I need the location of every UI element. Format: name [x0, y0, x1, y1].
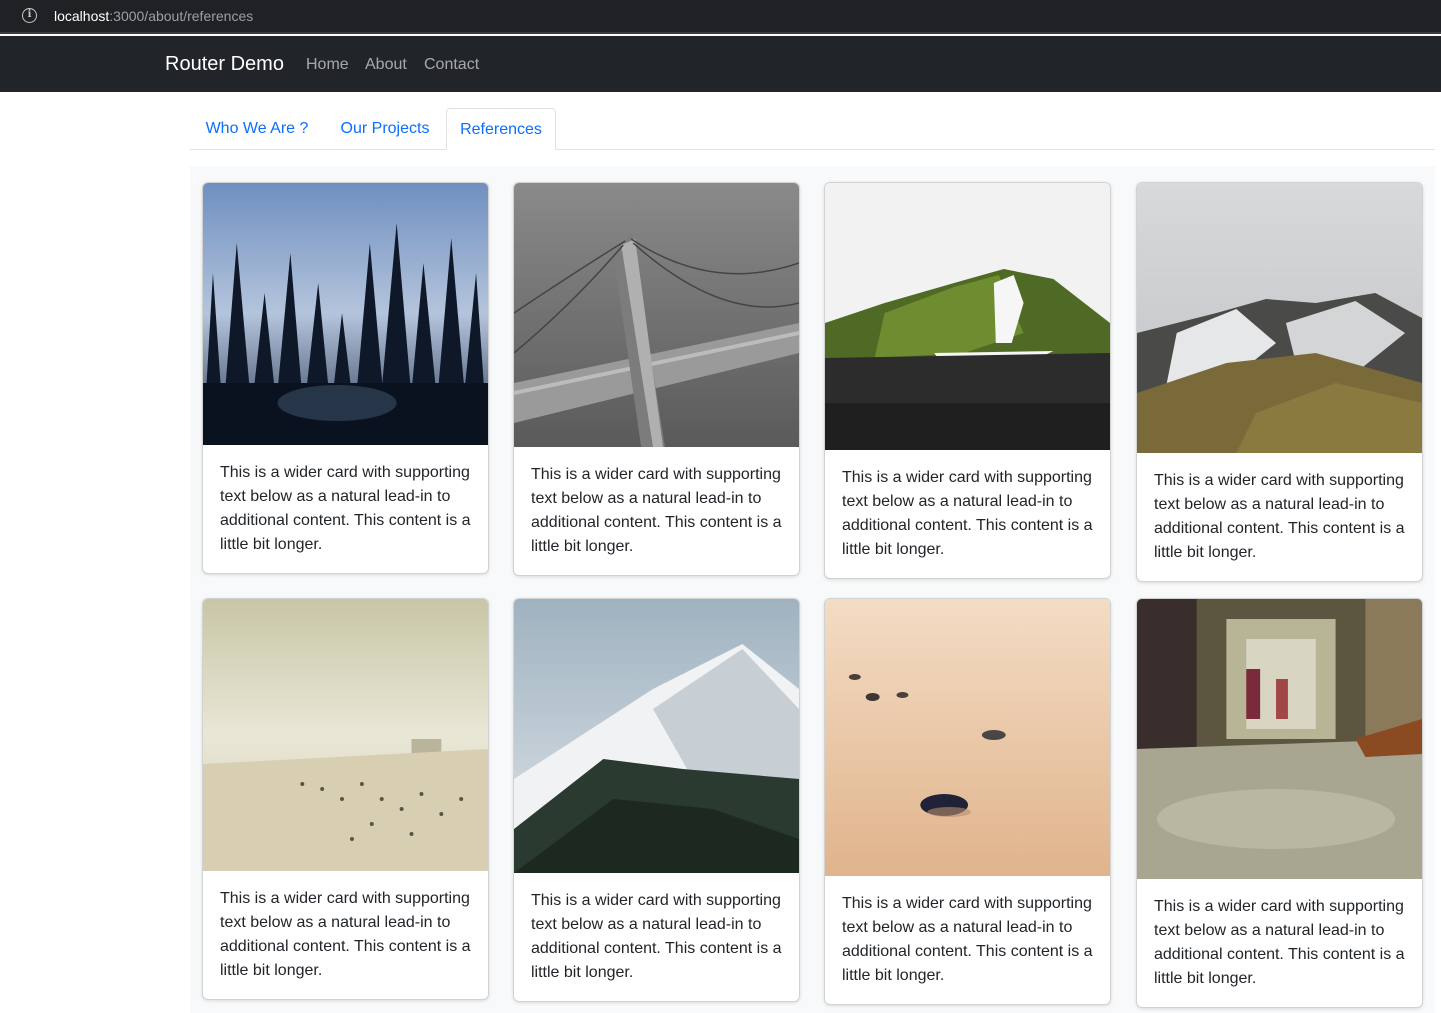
card-text: This is a wider card with supporting tex…: [1154, 898, 1405, 987]
reference-card: This is a wider card with supporting tex…: [513, 182, 800, 576]
card-text: This is a wider card with supporting tex…: [531, 466, 782, 555]
reference-card: This is a wider card with supporting tex…: [202, 182, 489, 574]
card-text: This is a wider card with supporting tex…: [220, 464, 471, 553]
bridge-tower-image: [514, 183, 799, 447]
card-text: This is a wider card with supporting tex…: [842, 469, 1093, 558]
forest-trees-image: [203, 183, 488, 445]
beach-crowd-image: [203, 599, 488, 871]
subway-train-image: [1137, 599, 1422, 879]
navbar-brand[interactable]: Router Demo: [165, 52, 284, 76]
snowy-peak-image: [514, 599, 799, 873]
navbar: Router Demo Home About Contact: [0, 36, 1441, 92]
reference-card: This is a wider card with supporting tex…: [202, 598, 489, 1000]
url-host: localhost: [54, 8, 110, 24]
card-text: This is a wider card with supporting tex…: [220, 890, 471, 979]
reference-card: This is a wider card with supporting tex…: [513, 598, 800, 1002]
tab-references[interactable]: References: [446, 108, 556, 150]
url-path: :3000/about/references: [109, 8, 254, 24]
reference-card: This is a wider card with supporting tex…: [1136, 182, 1423, 582]
address-url[interactable]: localhost:3000/about/references: [54, 8, 253, 24]
nav-link-contact[interactable]: Contact: [424, 55, 479, 75]
green-mountain-image: [825, 183, 1110, 450]
nav-link-home[interactable]: Home: [306, 55, 349, 75]
reference-card: This is a wider card with supporting tex…: [824, 598, 1111, 1005]
info-icon[interactable]: i: [22, 8, 37, 23]
rocky-mountain-image: [1137, 183, 1422, 453]
card-text: This is a wider card with supporting tex…: [1154, 472, 1405, 561]
references-card-grid: This is a wider card with supporting tex…: [190, 166, 1435, 1013]
card-text: This is a wider card with supporting tex…: [842, 895, 1093, 984]
reference-card: This is a wider card with supporting tex…: [1136, 598, 1423, 1008]
reference-card: This is a wider card with supporting tex…: [824, 182, 1111, 579]
nav-link-about[interactable]: About: [365, 55, 407, 75]
tab-our-projects[interactable]: Our Projects: [330, 108, 440, 150]
browser-address-bar: i localhost:3000/about/references: [0, 0, 1441, 34]
sand-pebbles-image: [825, 599, 1110, 876]
card-text: This is a wider card with supporting tex…: [531, 892, 782, 981]
tab-who-we-are[interactable]: Who We Are ?: [194, 108, 320, 150]
